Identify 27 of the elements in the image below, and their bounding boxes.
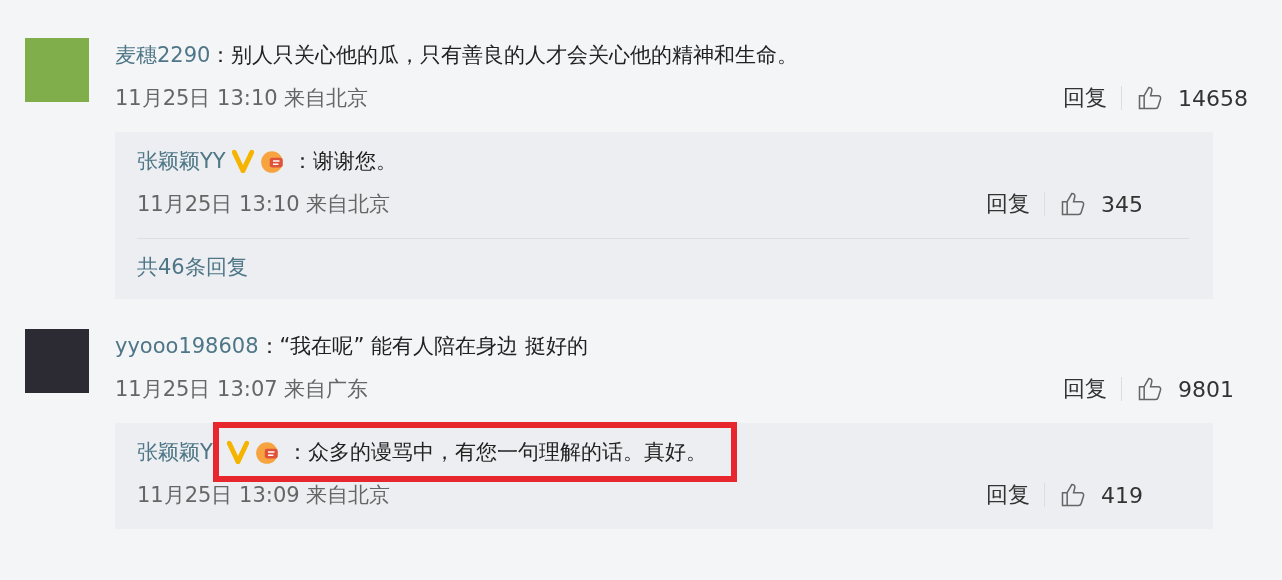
comment-time: 11月25日 13:10 来自北京 bbox=[115, 85, 369, 112]
comment-text: ：别人只关心他的瓜，只有善良的人才会关心他的精神和生命。 bbox=[210, 42, 799, 69]
reply-link[interactable]: 回复 bbox=[986, 189, 1030, 219]
user-name[interactable]: 张颖颖YY bbox=[137, 147, 226, 175]
reply-link[interactable]: 回复 bbox=[986, 480, 1030, 510]
user-name[interactable]: 张颖颖Y bbox=[137, 438, 213, 466]
reply-time: 11月25日 13:09 来自北京 bbox=[137, 482, 391, 509]
like-count: 419 bbox=[1101, 482, 1144, 508]
thumbs-up-icon[interactable] bbox=[1136, 84, 1164, 112]
thumbs-up-icon[interactable] bbox=[1059, 481, 1087, 509]
reply-text: ：众多的谩骂中，有您一句理解的话。真好。 bbox=[286, 439, 707, 466]
comment-time: 11月25日 13:07 来自广东 bbox=[115, 376, 369, 403]
thumbs-up-icon[interactable] bbox=[1136, 375, 1164, 403]
like-count: 14658 bbox=[1178, 85, 1249, 111]
thumbs-up-icon[interactable] bbox=[1059, 190, 1087, 218]
avatar-photo-placeholder bbox=[25, 329, 89, 393]
reply-link[interactable]: 回复 bbox=[1063, 374, 1107, 404]
user-name[interactable]: yyooo198608 bbox=[115, 334, 259, 358]
reply-link[interactable]: 回复 bbox=[1063, 83, 1107, 113]
avatar-photo-placeholder bbox=[25, 38, 89, 102]
more-replies-link[interactable]: 共46条回复 bbox=[137, 255, 248, 279]
user-name[interactable]: 麦穗2290 bbox=[115, 41, 211, 69]
reply-time: 11月25日 13:10 来自北京 bbox=[137, 191, 391, 218]
reply-text: ：谢谢您。 bbox=[291, 148, 397, 175]
like-count: 9801 bbox=[1178, 376, 1235, 402]
comment-text: ：“我在呢” 能有人陪在身边 挺好的 bbox=[258, 333, 588, 360]
like-count: 345 bbox=[1101, 191, 1144, 217]
